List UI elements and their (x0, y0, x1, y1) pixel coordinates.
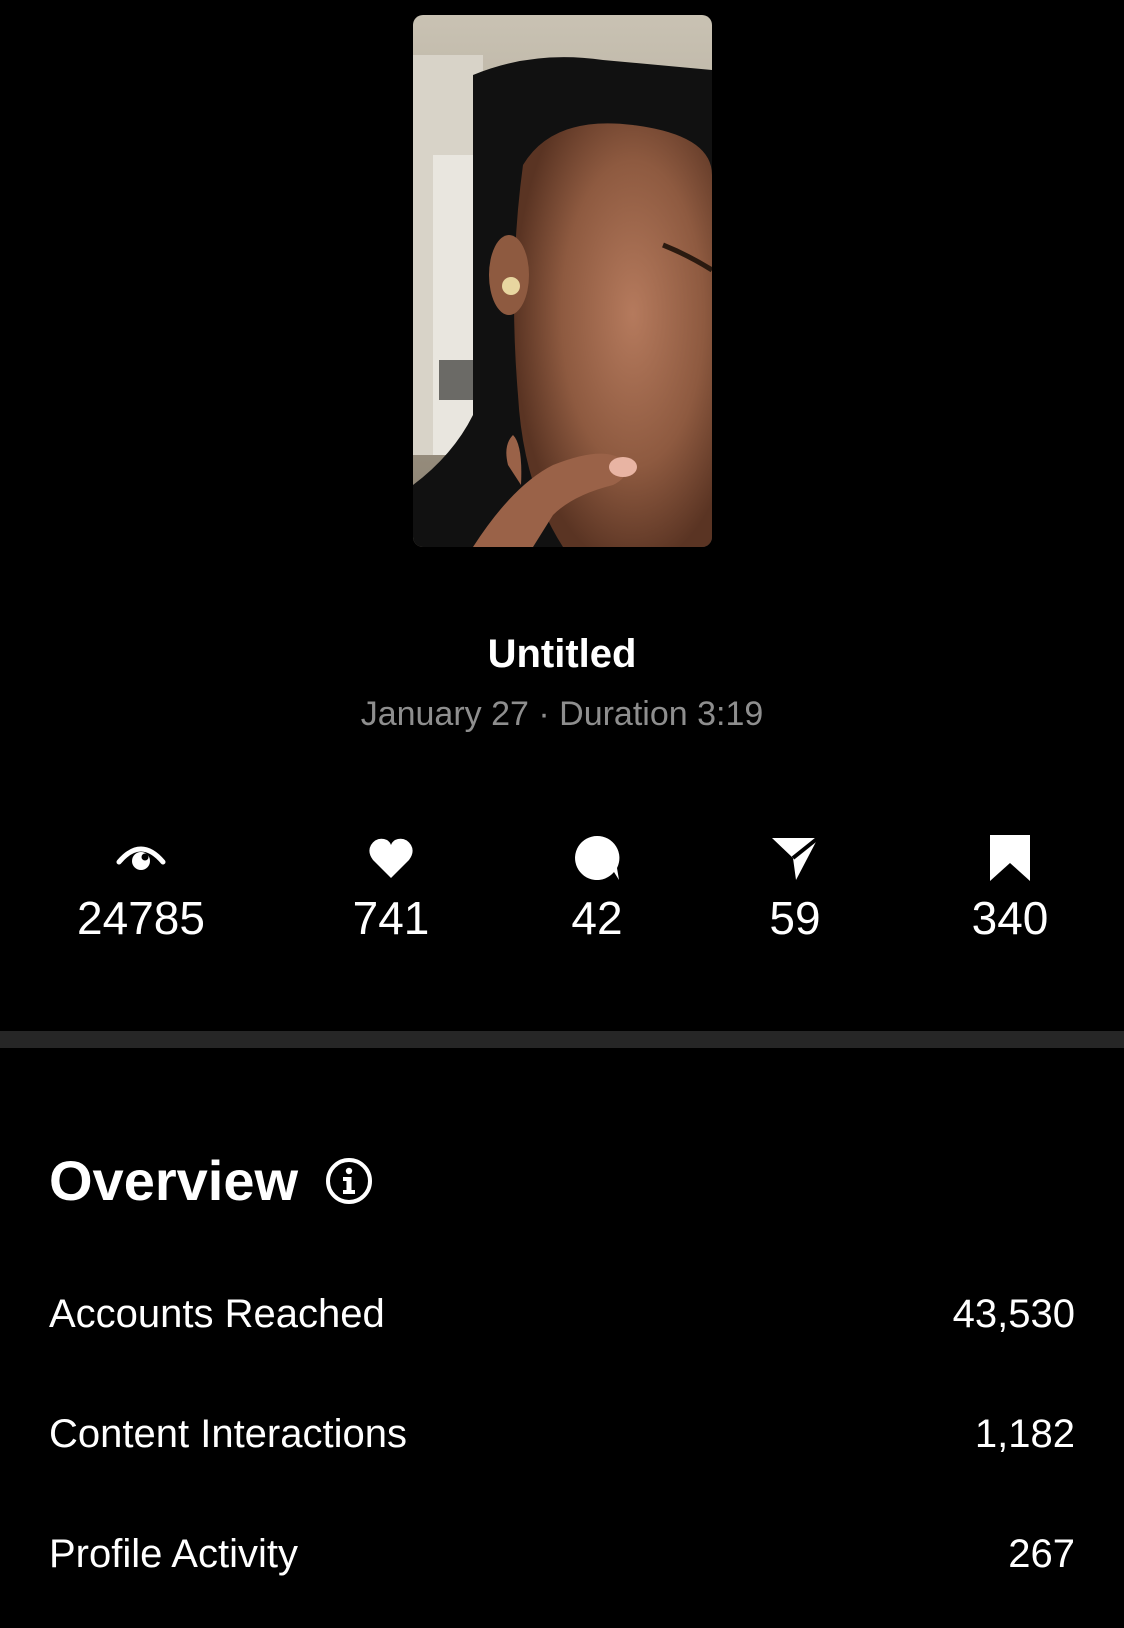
reel-thumbnail[interactable] (413, 15, 712, 547)
heart-icon (365, 832, 417, 884)
overview-header: Overview (49, 1148, 374, 1214)
bookmark-icon (984, 832, 1036, 884)
metric-views-value: 24785 (77, 892, 205, 944)
row-label: Profile Activity (49, 1531, 298, 1576)
metric-saves-value: 340 (971, 892, 1049, 944)
row-value: 267 (1008, 1531, 1075, 1576)
overview-row-accounts-reached[interactable]: Accounts Reached 43,530 (49, 1286, 1075, 1342)
metric-likes-value: 741 (352, 892, 430, 944)
overview-title: Overview (49, 1149, 299, 1212)
post-title: Untitled (487, 632, 637, 676)
metric-comments: 42 (497, 832, 697, 946)
metric-shares-value: 59 (769, 892, 821, 944)
metric-views: 24785 (41, 832, 241, 946)
metric-likes: 741 (291, 832, 491, 946)
eye-icon (115, 832, 167, 884)
metric-comments-value: 42 (571, 892, 623, 944)
row-value: 1,182 (974, 1411, 1075, 1456)
post-meta: January 27 · Duration 3:19 (360, 695, 764, 733)
metric-saves: 340 (910, 832, 1110, 946)
row-label: Accounts Reached (49, 1291, 385, 1336)
share-icon (769, 832, 821, 884)
overview-row-profile-activity[interactable]: Profile Activity 267 (49, 1526, 1075, 1582)
overview-row-content-interactions[interactable]: Content Interactions 1,182 (49, 1406, 1075, 1462)
row-value: 43,530 (952, 1291, 1075, 1336)
metric-shares: 59 (695, 832, 895, 946)
section-divider (0, 1031, 1124, 1048)
info-icon[interactable] (324, 1156, 374, 1206)
row-label: Content Interactions (49, 1411, 407, 1456)
comment-icon (571, 832, 623, 884)
